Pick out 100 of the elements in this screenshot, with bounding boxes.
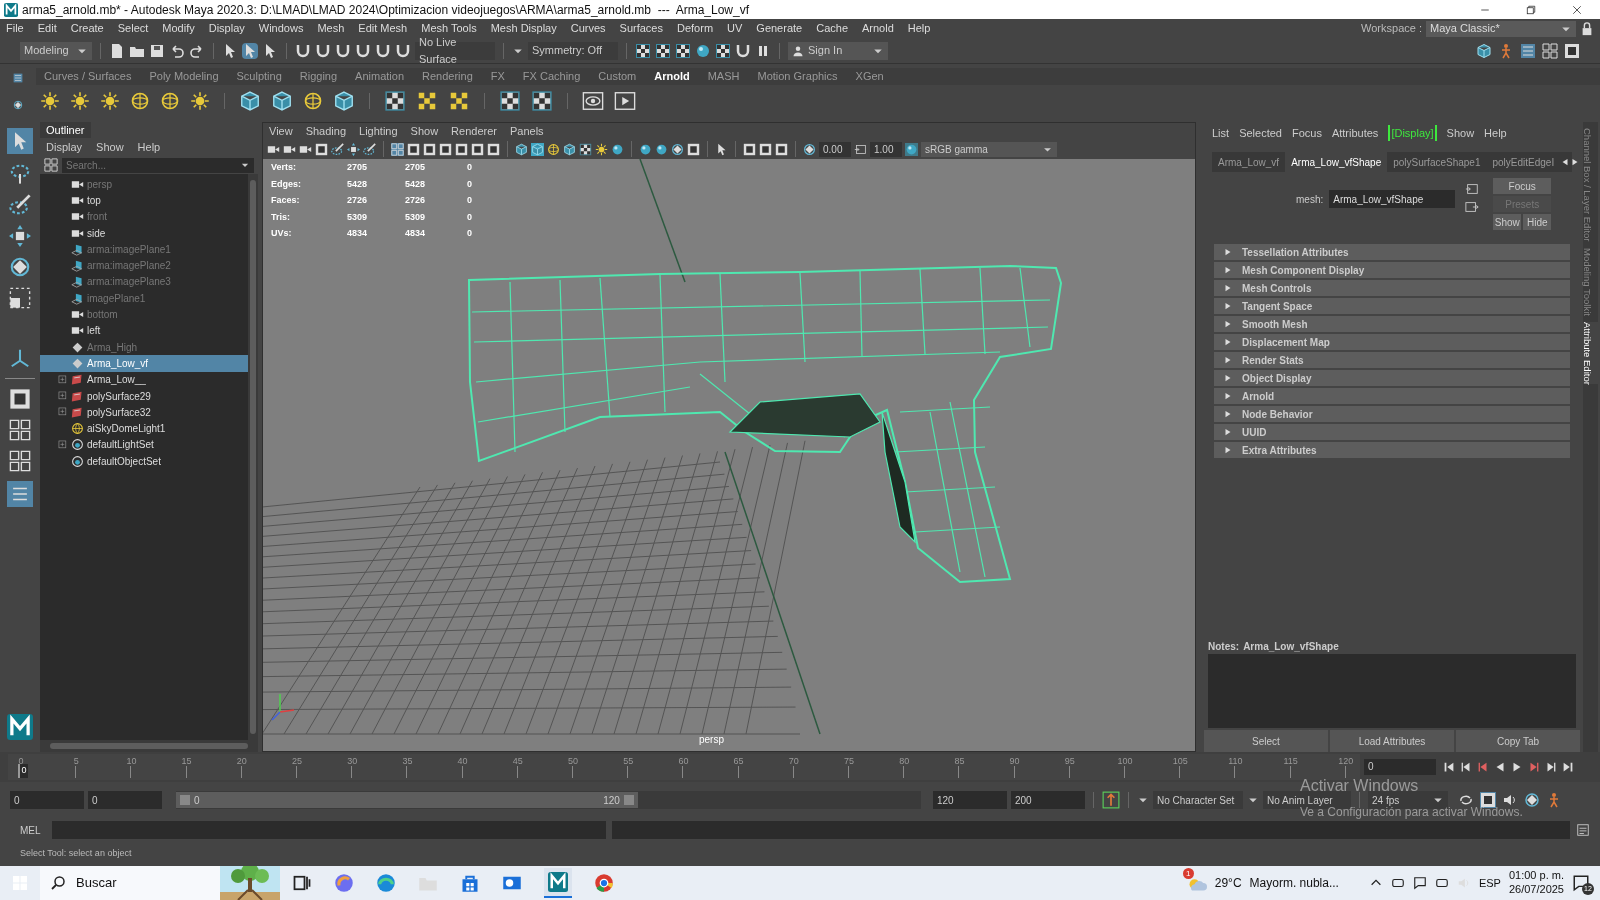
menu-item[interactable]: Surfaces — [619, 20, 663, 37]
magnet-icon[interactable] — [395, 42, 411, 59]
menu-item[interactable]: Generate — [756, 20, 803, 37]
grid-icon[interactable] — [44, 158, 58, 172]
sphere-icon[interactable] — [639, 142, 652, 156]
checker-icon[interactable] — [675, 42, 691, 59]
layout-icon[interactable] — [9, 388, 31, 410]
current-frame-marker[interactable]: 0 — [18, 764, 28, 778]
show-button[interactable]: Show — [1493, 214, 1522, 230]
collapsed-section-header[interactable]: Mesh Controls — [1214, 280, 1570, 296]
layout-icon[interactable] — [439, 142, 452, 156]
restore-icon[interactable] — [1525, 3, 1537, 16]
shelf-tab[interactable]: Arnold — [646, 68, 698, 85]
sun-icon[interactable] — [70, 91, 90, 111]
menu-item[interactable]: Attributes — [1331, 124, 1379, 142]
move-icon[interactable] — [9, 225, 31, 247]
node-tab[interactable]: polySurfaceShape1 — [1387, 152, 1487, 172]
bubble-icon[interactable] — [1412, 876, 1427, 890]
focus-button[interactable]: Focus — [1493, 178, 1552, 194]
magnet-icon[interactable] — [295, 42, 311, 59]
outliner-item[interactable]: imagePlane1 — [40, 290, 248, 307]
export-icon[interactable] — [1465, 200, 1480, 214]
brush-icon[interactable] — [9, 194, 31, 216]
menu-item[interactable]: Mesh — [317, 20, 345, 37]
menu-item[interactable]: Mesh Display — [490, 20, 557, 37]
menu-item[interactable]: Modify — [162, 20, 195, 37]
sphere-icon[interactable] — [130, 91, 150, 111]
layout-icon[interactable] — [487, 142, 500, 156]
shelf-tab[interactable]: XGen — [847, 68, 892, 85]
undo-icon[interactable] — [169, 42, 185, 59]
task-view-icon[interactable] — [292, 873, 312, 893]
layout-icon[interactable] — [423, 142, 436, 156]
save-icon[interactable] — [149, 42, 165, 59]
gamma-field[interactable]: 1.00 — [870, 141, 902, 157]
tray-icon[interactable] — [1390, 876, 1405, 890]
sphere-icon[interactable] — [695, 42, 711, 59]
menu-item[interactable]: Panels — [509, 122, 544, 140]
menu-item[interactable]: Arnold — [862, 20, 894, 37]
sphere-icon[interactable] — [547, 142, 560, 156]
checker-icon[interactable] — [579, 142, 592, 156]
clock-date[interactable]: 26/07/2025 — [1508, 883, 1564, 897]
list-icon[interactable] — [1520, 42, 1536, 59]
axes-icon[interactable] — [9, 347, 31, 369]
sphere-icon[interactable] — [303, 91, 323, 111]
language-indicator[interactable]: ESP — [1478, 874, 1501, 892]
outliner-item[interactable]: defaultObjectSet — [40, 453, 248, 470]
collapsed-section-header[interactable]: Node Behavior — [1214, 406, 1570, 422]
menu-item[interactable]: Deform — [677, 20, 714, 37]
command-input-field[interactable] — [52, 821, 606, 839]
menu-item[interactable]: UV — [727, 20, 743, 37]
checker-icon[interactable] — [499, 90, 521, 112]
menu-item[interactable]: Show — [1446, 124, 1475, 142]
hide-button[interactable]: Hide — [1523, 214, 1552, 230]
lasso-icon[interactable] — [9, 163, 31, 185]
menu-item[interactable]: Help — [907, 20, 931, 37]
sun-icon[interactable] — [190, 91, 210, 111]
list-icon[interactable] — [13, 72, 23, 83]
sphere-icon[interactable] — [160, 91, 180, 111]
layout-icon[interactable] — [687, 142, 700, 156]
menu-item[interactable]: Edit Mesh — [358, 20, 408, 37]
menu-item[interactable]: Lighting — [359, 122, 398, 140]
layout-icon[interactable] — [315, 142, 328, 156]
bubble-icon[interactable] — [1572, 874, 1590, 892]
shelf-tab[interactable]: Rendering — [414, 68, 481, 85]
sphere-icon[interactable] — [905, 142, 918, 156]
outliner-item[interactable]: polySurface29 — [40, 387, 248, 405]
menu-set-dropdown[interactable]: Modeling — [20, 41, 92, 60]
menu-item[interactable]: File — [6, 20, 24, 37]
clock-time[interactable]: 01:00 p. m. — [1508, 869, 1564, 883]
shelf-tab[interactable]: Animation — [347, 68, 412, 85]
menu-item[interactable]: Shading — [305, 122, 347, 140]
menu-item[interactable]: Create — [70, 20, 104, 37]
menu-item[interactable]: Select — [117, 20, 149, 37]
cube-icon[interactable] — [271, 90, 293, 112]
checker-icon[interactable] — [635, 42, 651, 59]
notes-icon[interactable] — [1576, 823, 1590, 837]
outliner-item[interactable]: Arma_Low__ — [40, 371, 248, 388]
collapsed-section-header[interactable]: Extra Attributes — [1214, 442, 1570, 458]
outliner-item[interactable]: defaultLightSet — [40, 436, 248, 454]
shelf-tab[interactable]: Sculpting — [228, 68, 290, 85]
bag-icon[interactable] — [460, 873, 480, 893]
grid-icon[interactable] — [391, 142, 404, 156]
rotate-icon[interactable] — [13, 99, 23, 110]
side-tab[interactable]: Modeling Toolkit — [1583, 247, 1598, 316]
sun-icon[interactable] — [100, 91, 120, 111]
layout-icon[interactable] — [743, 142, 756, 156]
mesh-name-field[interactable]: Arma_Low_vfShape — [1329, 190, 1456, 208]
expand-icon[interactable] — [58, 374, 68, 385]
checker-icon[interactable] — [655, 42, 671, 59]
shelf-tab[interactable]: Rigging — [291, 68, 346, 85]
layout-icon[interactable] — [455, 142, 468, 156]
outliner-item[interactable]: polySurface32 — [40, 404, 248, 421]
end-frame-field[interactable]: 200 — [1011, 791, 1085, 809]
menu-item[interactable]: Curves — [570, 20, 606, 37]
fps-dropdown[interactable]: 24 fps — [1368, 791, 1448, 809]
lock-icon[interactable] — [1580, 21, 1594, 36]
checker-icon[interactable] — [715, 42, 731, 59]
cursor-icon[interactable] — [715, 142, 728, 156]
outliner-item[interactable]: arma:imagePlane1 — [40, 241, 248, 258]
rotate-icon[interactable] — [1524, 792, 1540, 808]
